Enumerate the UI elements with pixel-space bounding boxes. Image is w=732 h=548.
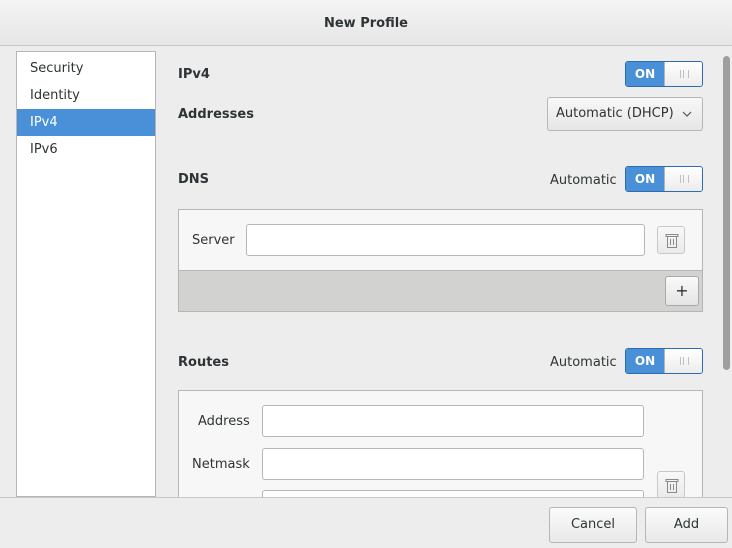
route-address-input[interactable]: [262, 405, 644, 437]
sidebar: Security Identity IPv4 IPv6: [16, 51, 156, 497]
title-bar: New Profile: [0, 0, 732, 46]
sidebar-item-ipv4[interactable]: IPv4: [17, 109, 155, 136]
route-netmask-input[interactable]: [262, 448, 644, 480]
ipv4-toggle[interactable]: ON: [625, 61, 703, 87]
toggle-knob: [664, 62, 702, 86]
trash-icon: [665, 479, 679, 493]
dns-automatic-label: Automatic: [550, 173, 617, 188]
routes-automatic-label: Automatic: [550, 355, 617, 370]
sidebar-item-ipv6[interactable]: IPv6: [17, 136, 155, 163]
addresses-method-value: Automatic (DHCP): [556, 106, 674, 121]
toggle-knob: [664, 349, 702, 373]
trash-icon: [665, 234, 679, 248]
dns-heading: DNS: [178, 172, 210, 187]
route-gateway-input[interactable]: [262, 490, 644, 497]
routes-automatic-toggle[interactable]: ON: [625, 348, 703, 374]
ipv4-toggle-on-label: ON: [626, 62, 664, 86]
window-title: New Profile: [323, 16, 408, 31]
dns-server-label: Server: [192, 233, 235, 248]
dns-delete-button[interactable]: [657, 226, 685, 254]
dns-toolbar: [178, 270, 703, 312]
dns-toggle-on-label: ON: [626, 167, 664, 191]
vertical-scrollbar[interactable]: [721, 51, 732, 497]
cancel-button[interactable]: Cancel: [549, 507, 637, 543]
dialog-footer: Cancel Add: [0, 497, 732, 548]
sidebar-item-identity[interactable]: Identity: [17, 82, 155, 109]
dns-server-input[interactable]: [246, 224, 645, 256]
sidebar-item-security[interactable]: Security: [17, 55, 155, 82]
dns-automatic-toggle[interactable]: ON: [625, 166, 703, 192]
route-address-label: Address: [198, 414, 250, 429]
addresses-label: Addresses: [178, 107, 254, 122]
add-button[interactable]: Add: [645, 507, 728, 543]
routes-heading: Routes: [178, 355, 229, 370]
chevron-down-icon: [682, 98, 692, 144]
ipv4-heading: IPv4: [178, 67, 210, 82]
scrollbar-thumb[interactable]: [723, 56, 730, 370]
route-delete-button[interactable]: [657, 471, 685, 499]
addresses-method-select[interactable]: Automatic (DHCP): [547, 97, 703, 131]
toggle-knob: [664, 167, 702, 191]
route-netmask-label: Netmask: [192, 457, 250, 472]
add-dns-server-button[interactable]: +: [665, 276, 699, 306]
routes-toggle-on-label: ON: [626, 349, 664, 373]
